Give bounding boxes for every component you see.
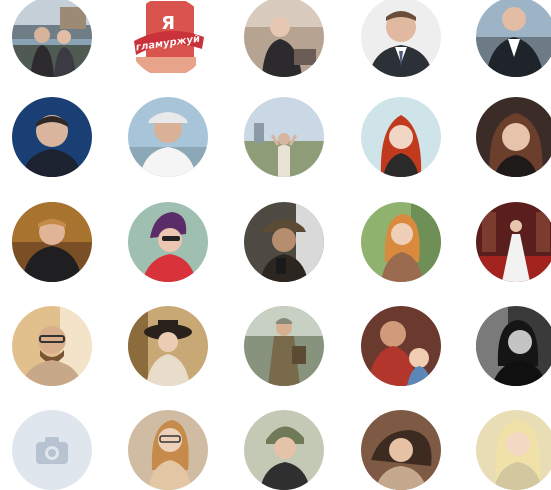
avatar-8[interactable] <box>244 97 324 177</box>
avatar-15[interactable] <box>476 202 551 282</box>
avatar-23[interactable] <box>244 410 324 490</box>
avatar-9[interactable] <box>361 97 441 177</box>
avatar-21-placeholder[interactable] <box>12 410 92 490</box>
avatar-25[interactable] <box>476 410 551 490</box>
avatar-20[interactable] <box>476 306 551 386</box>
avatar-19[interactable] <box>361 306 441 386</box>
avatar-7[interactable] <box>128 97 208 177</box>
avatar-22[interactable] <box>128 410 208 490</box>
avatar-5[interactable] <box>476 0 551 77</box>
avatar-6[interactable] <box>12 97 92 177</box>
avatar-17[interactable] <box>128 306 208 386</box>
avatar-1[interactable] <box>12 0 92 77</box>
avatar-3[interactable] <box>244 0 324 77</box>
avatar-10[interactable] <box>476 97 551 177</box>
avatar-16[interactable] <box>12 306 92 386</box>
avatar-12[interactable] <box>128 202 208 282</box>
avatar-24[interactable] <box>361 410 441 490</box>
avatar-14[interactable] <box>361 202 441 282</box>
avatar-2[interactable]: Я гламуржуй <box>128 0 208 77</box>
avatar-18[interactable] <box>244 306 324 386</box>
avatar-13[interactable] <box>244 202 324 282</box>
avatar-4[interactable] <box>361 0 441 77</box>
avatar-11[interactable] <box>12 202 92 282</box>
avatar-grid: Я гламуржуй <box>0 0 551 490</box>
camera-icon <box>36 437 68 464</box>
